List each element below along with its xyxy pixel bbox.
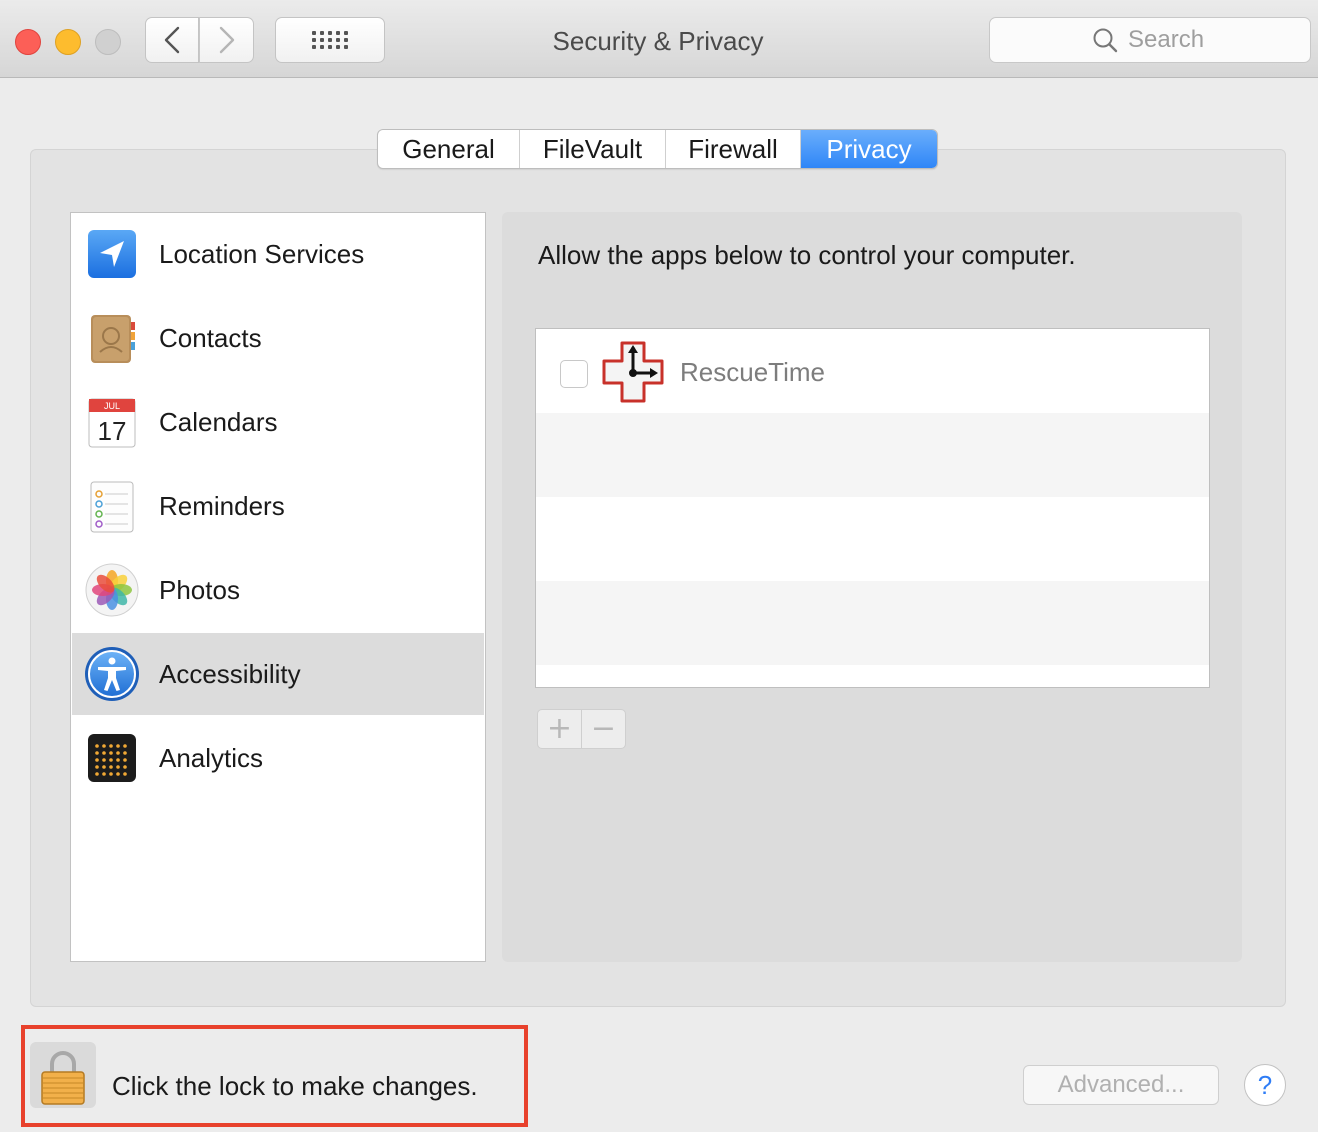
zoom-window-button[interactable] xyxy=(95,29,121,55)
accessibility-icon xyxy=(85,647,139,701)
tab-bar: General FileVault Firewall Privacy xyxy=(377,129,938,169)
location-services-icon xyxy=(88,230,136,278)
sidebar-item-label: Analytics xyxy=(159,742,264,773)
reminders-icon xyxy=(90,481,134,533)
grid-icon xyxy=(312,31,348,49)
back-button[interactable] xyxy=(145,17,199,63)
search-icon xyxy=(1093,28,1118,53)
plus-icon: + xyxy=(546,711,573,746)
sidebar-item-label: Photos xyxy=(159,574,240,605)
sidebar-item-label: Accessibility xyxy=(159,658,301,689)
list-item[interactable]: RescueTime xyxy=(536,329,1209,413)
rescuetime-checkbox[interactable] xyxy=(560,360,588,388)
calendar-day-text: 17 xyxy=(98,416,127,446)
app-name: RescueTime xyxy=(680,357,825,387)
empty-row xyxy=(536,581,1209,665)
tab-privacy[interactable]: Privacy xyxy=(801,130,937,168)
sidebar-item-label: Location Services xyxy=(159,238,365,269)
chevron-right-icon xyxy=(219,26,234,54)
sidebar-item-accessibility[interactable]: Accessibility xyxy=(72,633,484,715)
remove-app-button[interactable]: − xyxy=(581,709,626,749)
minus-icon: − xyxy=(590,711,617,746)
calendar-icon: JUL 17 xyxy=(88,398,136,448)
contacts-icon xyxy=(91,315,135,363)
sidebar-item-reminders[interactable]: Reminders xyxy=(72,465,484,547)
close-window-button[interactable] xyxy=(15,29,41,55)
search-field[interactable] xyxy=(989,17,1311,63)
accessibility-description: Allow the apps below to control your com… xyxy=(538,240,1076,270)
help-button[interactable]: ? xyxy=(1244,1064,1286,1106)
calendar-month-text: JUL xyxy=(104,401,120,411)
empty-row xyxy=(536,497,1209,581)
sidebar-item-label: Calendars xyxy=(159,406,278,437)
show-all-button[interactable] xyxy=(275,17,385,63)
window-title: Security & Privacy xyxy=(552,26,764,56)
annotation-highlight-box xyxy=(21,1025,528,1127)
sidebar-item-location-services[interactable]: Location Services xyxy=(72,213,484,295)
title-bar: Security & Privacy xyxy=(0,0,1318,78)
tab-general[interactable]: General xyxy=(378,130,520,168)
privacy-category-list[interactable]: Location Services Contacts JUL 17 Calend… xyxy=(70,212,486,962)
empty-row xyxy=(536,413,1209,497)
forward-button[interactable] xyxy=(199,17,254,63)
analytics-icon xyxy=(88,734,136,782)
sidebar-item-label: Reminders xyxy=(159,490,285,521)
chevron-left-icon xyxy=(164,26,180,54)
sidebar-item-label: Contacts xyxy=(159,322,262,353)
photos-icon xyxy=(85,563,139,617)
sidebar-item-contacts[interactable]: Contacts xyxy=(72,297,484,379)
add-app-button[interactable]: + xyxy=(537,709,582,749)
advanced-button[interactable]: Advanced... xyxy=(1023,1065,1219,1105)
app-list[interactable]: RescueTime xyxy=(535,328,1210,688)
tab-filevault[interactable]: FileVault xyxy=(520,130,666,168)
rescuetime-icon xyxy=(602,341,664,403)
sidebar-item-calendars[interactable]: JUL 17 Calendars xyxy=(72,381,484,463)
sidebar-item-photos[interactable]: Photos xyxy=(72,549,484,631)
tab-firewall[interactable]: Firewall xyxy=(666,130,801,168)
sidebar-item-analytics[interactable]: Analytics xyxy=(72,717,484,799)
search-input[interactable] xyxy=(1128,26,1208,54)
minimize-window-button[interactable] xyxy=(55,29,81,55)
